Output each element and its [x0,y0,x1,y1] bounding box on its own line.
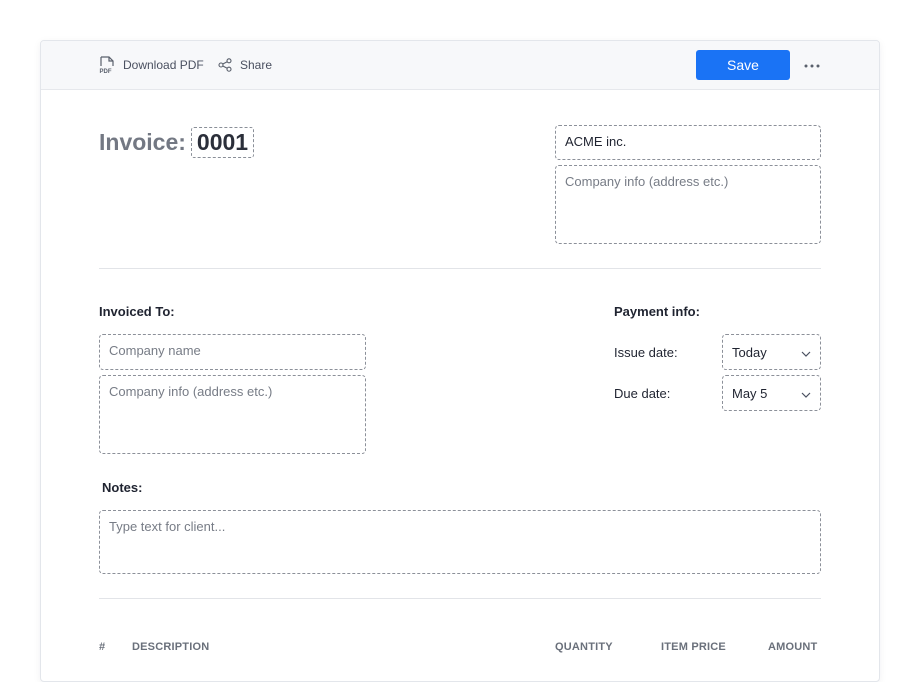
invoice-card: PDF Download PDF Share Save Invoice: 000… [40,40,880,682]
pdf-file-icon: PDF [99,56,115,74]
svg-text:PDF: PDF [100,69,112,74]
download-pdf-label: Download PDF [123,58,204,72]
share-button[interactable]: Share [218,55,272,75]
column-header-amount: AMOUNT [768,641,818,653]
divider [99,268,821,269]
share-label: Share [240,58,273,72]
client-company-name-field[interactable]: Company name [99,334,366,370]
column-header-number: # [99,641,106,653]
sender-company-info-field[interactable]: Company info (address etc.) [555,165,821,244]
payment-info-heading: Payment info: [614,304,700,319]
client-company-info-field[interactable]: Company info (address etc.) [99,375,366,454]
issue-date-select[interactable]: Today [722,334,821,370]
issue-date-value: Today [732,344,767,360]
more-dots-icon [804,55,820,73]
column-header-description: DESCRIPTION [132,641,210,653]
share-icon [218,58,232,72]
chevron-down-icon [801,386,811,401]
due-date-label: Due date: [614,386,671,401]
toolbar: PDF Download PDF Share Save [41,41,879,90]
chevron-down-icon [801,345,811,360]
notes-field[interactable]: Type text for client... [99,510,821,574]
due-date-value: May 5 [732,385,768,401]
invoice-number-field[interactable]: 0001 [190,126,255,158]
issue-date-label: Issue date: [614,345,678,360]
notes-heading: Notes: [102,480,143,495]
due-date-select[interactable]: May 5 [722,375,821,411]
invoice-title-label: Invoice: [99,128,186,155]
invoice-title: Invoice: 0001 [99,125,255,159]
column-header-quantity: QUANTITY [555,641,613,653]
save-button[interactable]: Save [696,50,790,80]
invoiced-to-heading: Invoiced To: [99,304,175,319]
column-header-item-price: ITEM PRICE [661,641,726,653]
divider [99,598,821,599]
more-options-button[interactable] [803,55,821,73]
download-pdf-button[interactable]: PDF Download PDF [99,55,204,75]
sender-company-name-field[interactable]: ACME inc. [555,125,821,160]
